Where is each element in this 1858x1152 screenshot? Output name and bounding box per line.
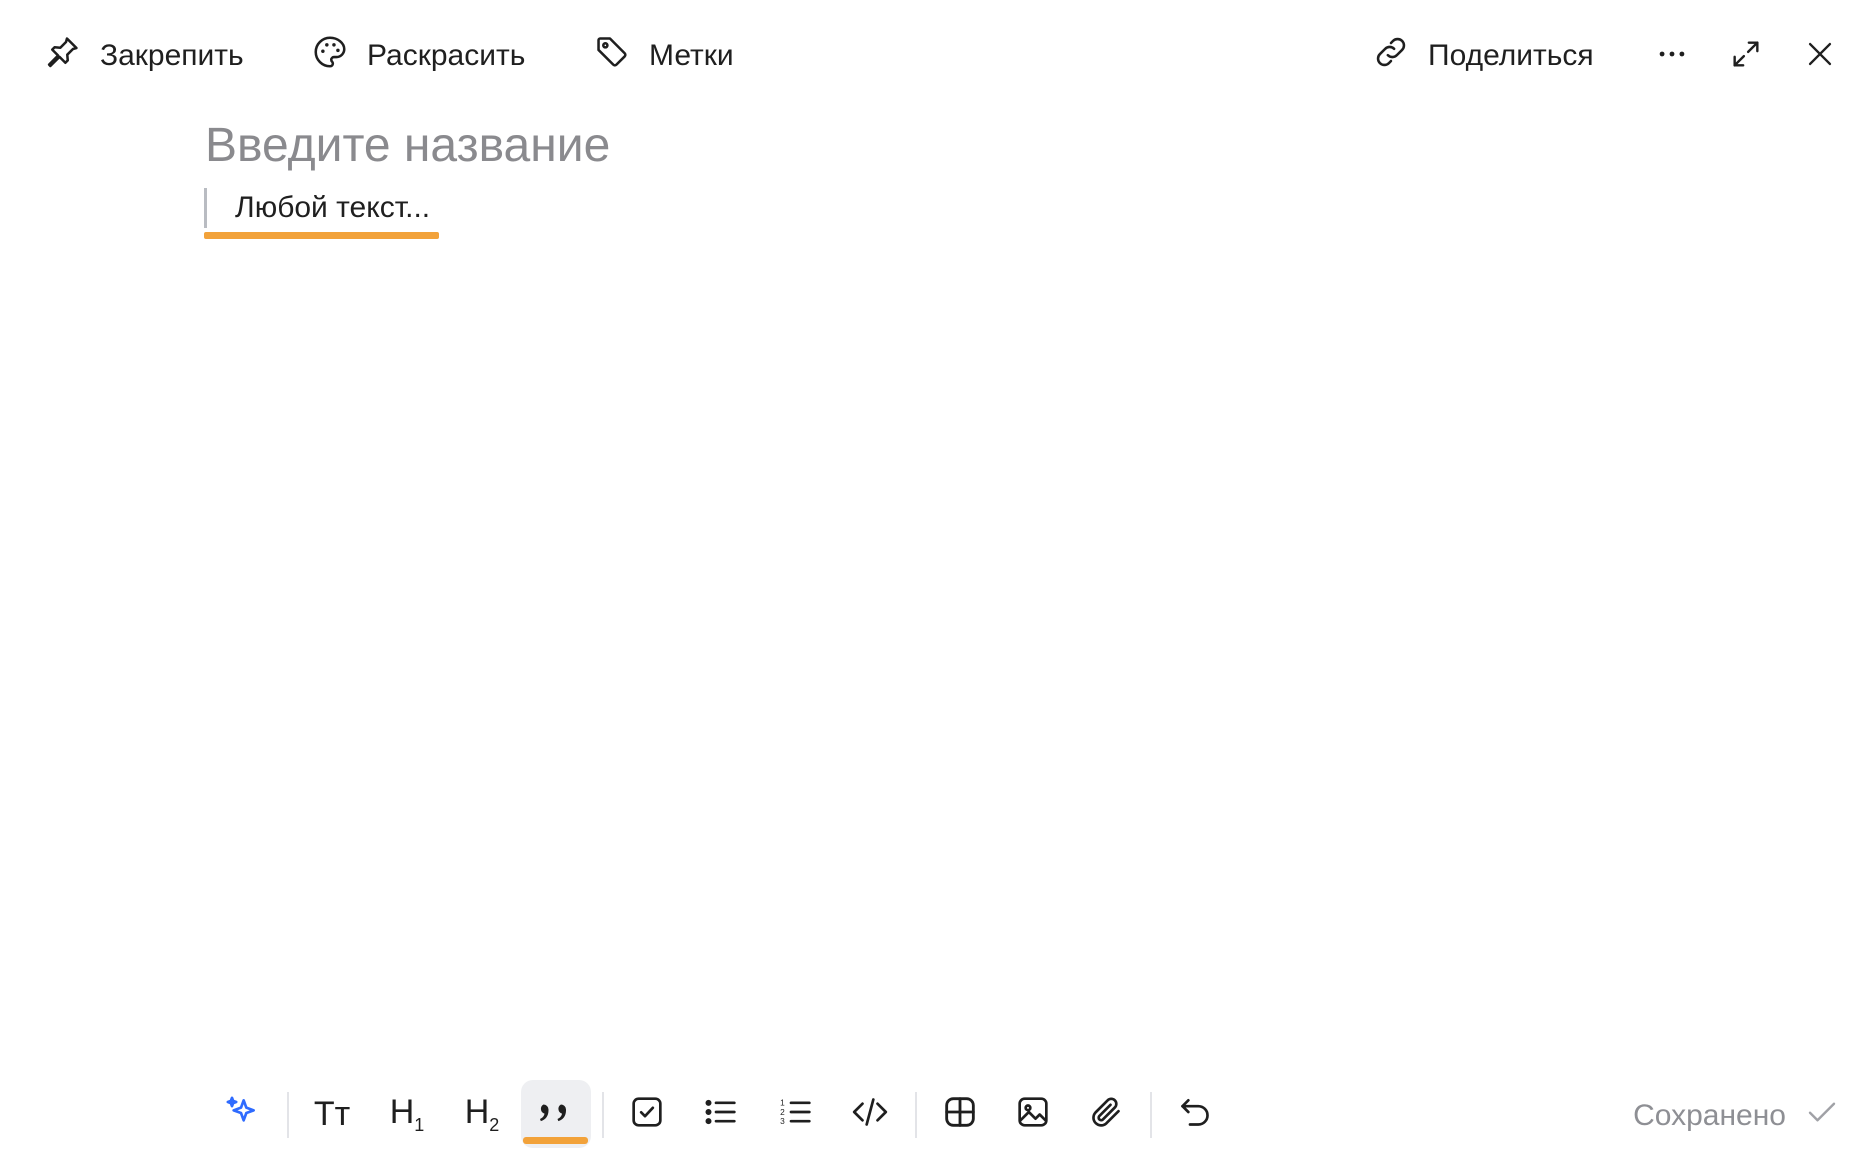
heading-2-button[interactable]: H2 — [448, 1080, 516, 1148]
undo-button[interactable] — [1161, 1080, 1229, 1148]
bullet-list-button[interactable] — [687, 1080, 755, 1148]
table-icon — [940, 1092, 980, 1137]
palette-icon — [311, 33, 349, 79]
paperclip-icon — [1086, 1092, 1126, 1137]
image-icon — [1013, 1092, 1053, 1137]
more-horizontal-icon — [1655, 37, 1689, 76]
checklist-button[interactable] — [613, 1080, 681, 1148]
link-icon — [1372, 33, 1410, 79]
quote-icon — [536, 1092, 576, 1137]
top-toolbar: Закрепить Раскрасить Метки Поделиться — [0, 0, 1858, 112]
heading-2-label: H2 — [464, 1092, 500, 1135]
image-button[interactable] — [999, 1080, 1067, 1148]
quote-block[interactable]: Любой текст... — [204, 188, 430, 228]
text-style-label: Tт — [313, 1095, 351, 1133]
checkbox-icon — [627, 1092, 667, 1137]
close-icon — [1803, 37, 1837, 76]
expand-icon — [1729, 37, 1763, 76]
saved-label: Сохранено — [1633, 1099, 1786, 1132]
note-editor-window: Закрепить Раскрасить Метки Поделиться Вв… — [0, 0, 1858, 1152]
undo-icon — [1175, 1092, 1215, 1137]
svg-text:3: 3 — [780, 1116, 785, 1126]
toolbar-divider — [1150, 1092, 1152, 1138]
active-tool-underline — [523, 1137, 588, 1144]
bullet-list-icon — [701, 1092, 741, 1137]
ai-assistant-button[interactable] — [208, 1080, 276, 1148]
expand-button[interactable] — [1720, 30, 1772, 82]
share-button[interactable]: Поделиться — [1372, 28, 1594, 84]
toolbar-divider — [602, 1092, 604, 1138]
color-button[interactable]: Раскрасить — [311, 28, 525, 84]
tags-button[interactable]: Метки — [593, 28, 734, 84]
text-style-button[interactable]: Tт — [298, 1080, 366, 1148]
share-label: Поделиться — [1428, 39, 1594, 72]
attach-button[interactable] — [1072, 1080, 1140, 1148]
table-button[interactable] — [926, 1080, 994, 1148]
heading-1-label: H1 — [389, 1092, 425, 1135]
numbered-list-button[interactable]: 1 2 3 — [762, 1080, 830, 1148]
color-label: Раскрасить — [367, 39, 526, 72]
pin-button[interactable]: Закрепить — [44, 28, 244, 84]
toolbar-divider — [287, 1092, 289, 1138]
tag-icon — [593, 33, 631, 79]
close-button[interactable] — [1794, 30, 1846, 82]
body-text: Любой текст... — [235, 191, 431, 224]
title-input[interactable] — [205, 112, 1605, 178]
save-status: Сохранено — [1633, 1090, 1840, 1142]
code-button[interactable] — [836, 1080, 904, 1148]
code-icon — [850, 1092, 890, 1137]
pin-icon — [44, 33, 82, 79]
text-highlight-underline — [204, 232, 439, 239]
pin-label: Закрепить — [100, 39, 244, 72]
sparkle-icon — [222, 1092, 262, 1137]
more-button[interactable] — [1646, 30, 1698, 82]
check-icon — [1804, 1094, 1840, 1138]
heading-1-button[interactable]: H1 — [373, 1080, 441, 1148]
toolbar-divider — [915, 1092, 917, 1138]
numbered-list-icon: 1 2 3 — [776, 1092, 816, 1137]
tags-label: Метки — [649, 39, 734, 72]
